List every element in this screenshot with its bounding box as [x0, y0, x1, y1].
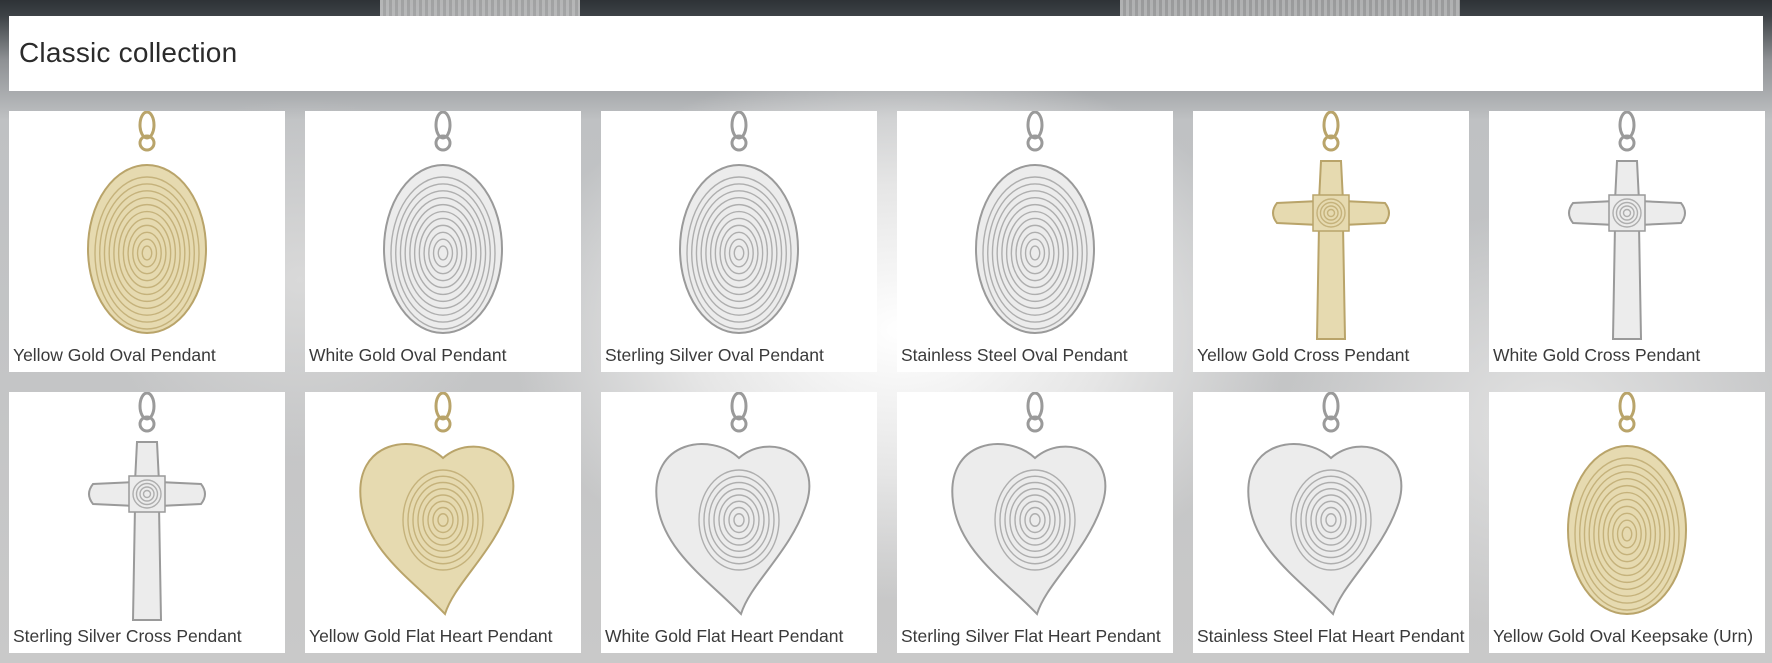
pendant-illustration	[87, 111, 207, 334]
product-grid: Yellow Gold Oval Pendant White Gold Oval…	[9, 111, 1765, 653]
pendant-illustration	[679, 111, 799, 334]
product-card[interactable]: White Gold Flat Heart Pendant	[601, 392, 877, 653]
pendant-illustration	[1272, 111, 1390, 340]
product-image	[1489, 111, 1765, 341]
product-image	[9, 111, 285, 341]
product-card[interactable]: Sterling Silver Flat Heart Pendant	[897, 392, 1173, 653]
product-image	[897, 392, 1173, 622]
product-card[interactable]: Yellow Gold Oval Keepsake (Urn)	[1489, 392, 1765, 653]
product-name: Stainless Steel Oval Pendant	[901, 345, 1128, 365]
pendant-illustration	[655, 392, 811, 616]
product-card[interactable]: Yellow Gold Cross Pendant	[1193, 111, 1469, 372]
product-name: White Gold Oval Pendant	[309, 345, 507, 365]
product-image	[1193, 392, 1469, 622]
product-card[interactable]: White Gold Oval Pendant	[305, 111, 581, 372]
pendant-illustration	[359, 392, 515, 616]
product-card[interactable]: White Gold Cross Pendant	[1489, 111, 1765, 372]
pendant-illustration	[88, 392, 206, 621]
product-card[interactable]: Stainless Steel Flat Heart Pendant	[1193, 392, 1469, 653]
pendant-illustration	[1568, 111, 1686, 340]
product-name: Sterling Silver Flat Heart Pendant	[901, 626, 1161, 646]
product-name: Yellow Gold Oval Pendant	[13, 345, 216, 365]
pendant-illustration	[383, 111, 503, 334]
product-card[interactable]: Sterling Silver Cross Pendant	[9, 392, 285, 653]
product-name: Sterling Silver Oval Pendant	[605, 345, 824, 365]
pendant-illustration	[1567, 392, 1687, 615]
collection-header: Classic collection	[9, 16, 1763, 91]
product-image	[1489, 392, 1765, 622]
collection-title: Classic collection	[19, 37, 238, 68]
product-image	[897, 111, 1173, 341]
product-name: Stainless Steel Flat Heart Pendant	[1197, 626, 1465, 646]
product-name: White Gold Flat Heart Pendant	[605, 626, 844, 646]
product-name: Yellow Gold Flat Heart Pendant	[309, 626, 553, 646]
product-image	[305, 111, 581, 341]
product-image	[1193, 111, 1469, 341]
product-name: Sterling Silver Cross Pendant	[13, 626, 242, 646]
product-image	[9, 392, 285, 622]
product-name: White Gold Cross Pendant	[1493, 345, 1701, 365]
product-image	[305, 392, 581, 622]
pendant-illustration	[951, 392, 1107, 616]
product-name: Yellow Gold Cross Pendant	[1197, 345, 1410, 365]
pendant-illustration	[1247, 392, 1403, 616]
product-card[interactable]: Yellow Gold Flat Heart Pendant	[305, 392, 581, 653]
product-name: Yellow Gold Oval Keepsake (Urn)	[1493, 626, 1754, 646]
product-card[interactable]: Stainless Steel Oval Pendant	[897, 111, 1173, 372]
product-image	[601, 392, 877, 622]
product-image	[601, 111, 877, 341]
pendant-illustration	[975, 111, 1095, 334]
product-card[interactable]: Yellow Gold Oval Pendant	[9, 111, 285, 372]
product-card[interactable]: Sterling Silver Oval Pendant	[601, 111, 877, 372]
